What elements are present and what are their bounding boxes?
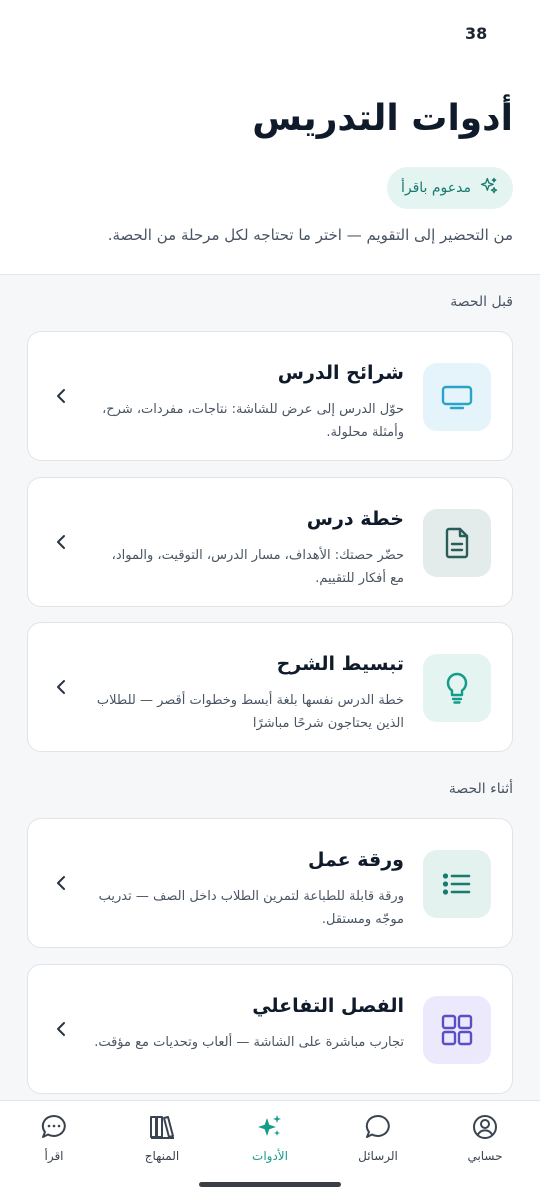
monitor-icon [423, 363, 491, 431]
card-description: حوّل الدرس إلى عرض للشاشة: نتاجات، مفردا… [102, 402, 404, 440]
page-header: 38 أدوات التدريس مدعوم باقرأ من التحضير … [0, 0, 540, 275]
nav-item-account[interactable]: حسابي [445, 1113, 525, 1163]
card-description: تجارب مباشرة على الشاشة — ألعاب وتحديات … [94, 1035, 404, 1050]
card-title: الفصل التفاعلي [252, 995, 404, 1017]
page-subtitle: من التحضير إلى التقويم — اختر ما تحتاجه … [107, 226, 513, 244]
grid-icon [423, 996, 491, 1064]
card-title: ورقة عمل [307, 849, 404, 871]
tool-card-worksheet[interactable]: ورقة عمل ورقة قابلة للطباعة لتمرين الطلا… [27, 818, 513, 948]
section-label-before-class: قبل الحصة [450, 294, 513, 310]
chevron-left-icon [57, 535, 65, 549]
tool-card-simplify[interactable]: تبسيط الشرح خطة الدرس نفسها بلغة أبسط وخ… [27, 622, 513, 752]
sparkles-icon [479, 176, 499, 200]
card-description: حضّر حصتك: الأهداف، مسار الدرس، التوقيت،… [111, 548, 404, 586]
tool-card-interactive-class[interactable]: الفصل التفاعلي تجارب مباشرة على الشاشة —… [27, 964, 513, 1094]
nav-label: اقرأ [44, 1149, 64, 1163]
document-icon [423, 509, 491, 577]
nav-item-curriculum[interactable]: المنهاج [122, 1113, 202, 1163]
chat-dots-icon [41, 1114, 66, 1138]
nav-item-iqra[interactable]: اقرأ [14, 1113, 94, 1163]
chat-icon [365, 1114, 390, 1138]
list-icon [423, 850, 491, 918]
page-title: أدوات التدريس [252, 98, 513, 139]
home-indicator[interactable] [199, 1182, 341, 1187]
nav-label: الرسائل [358, 1149, 398, 1163]
status-time: 38 [465, 24, 488, 43]
nav-label: حسابي [467, 1149, 503, 1163]
chevron-left-icon [57, 876, 65, 890]
chevron-left-icon [57, 680, 65, 694]
lightbulb-icon [423, 654, 491, 722]
nav-label: المنهاج [144, 1149, 180, 1163]
account-icon [473, 1115, 497, 1139]
card-description: خطة الدرس نفسها بلغة أبسط وخطوات أقصر — … [96, 693, 404, 731]
chevron-left-icon [57, 389, 65, 403]
sparkles-icon [258, 1115, 281, 1136]
card-title: تبسيط الشرح [276, 653, 404, 675]
books-icon [150, 1116, 174, 1139]
tool-card-lesson-plan[interactable]: خطة درس حضّر حصتك: الأهداف، مسار الدرس، … [27, 477, 513, 607]
nav-item-tools[interactable]: الأدوات [230, 1113, 310, 1163]
powered-by-badge: مدعوم باقرأ [386, 167, 513, 209]
nav-label: الأدوات [252, 1149, 288, 1163]
tool-card-lesson-slides[interactable]: شرائح الدرس حوّل الدرس إلى عرض للشاشة: ن… [27, 331, 513, 461]
card-title: خطة درس [306, 508, 404, 530]
card-title: شرائح الدرس [277, 362, 404, 384]
badge-label: مدعوم باقرأ [400, 180, 471, 196]
card-description: ورقة قابلة للطباعة لتمرين الطلاب داخل ال… [98, 889, 404, 927]
nav-item-messages[interactable]: الرسائل [338, 1113, 418, 1163]
chevron-left-icon [57, 1022, 65, 1036]
section-label-during-class: أثناء الحصة [448, 781, 513, 797]
